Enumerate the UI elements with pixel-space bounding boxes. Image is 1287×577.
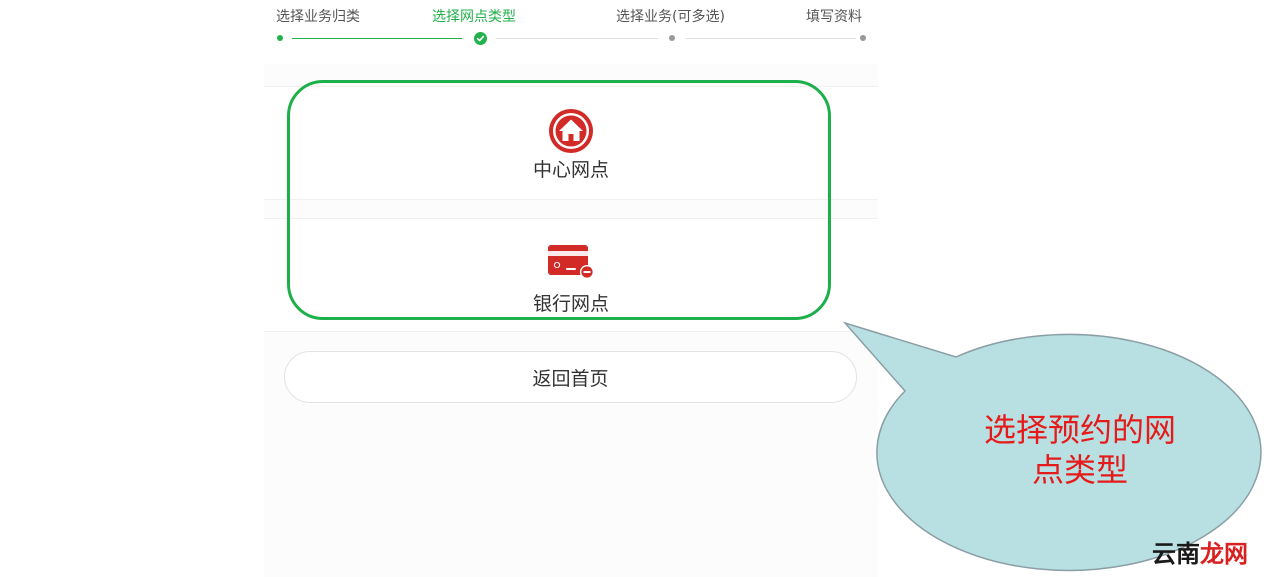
watermark-part-2: 龙网 bbox=[1200, 540, 1248, 568]
callout-text: 选择预约的网 点类型 bbox=[930, 410, 1230, 490]
watermark-logo: 云南龙网 bbox=[1152, 534, 1248, 569]
callout-line-1: 选择预约的网 bbox=[983, 411, 1176, 449]
callout-bubble bbox=[842, 321, 1262, 572]
watermark-part-1: 云南 bbox=[1152, 540, 1200, 568]
callout-line-2: 点类型 bbox=[1031, 451, 1128, 489]
